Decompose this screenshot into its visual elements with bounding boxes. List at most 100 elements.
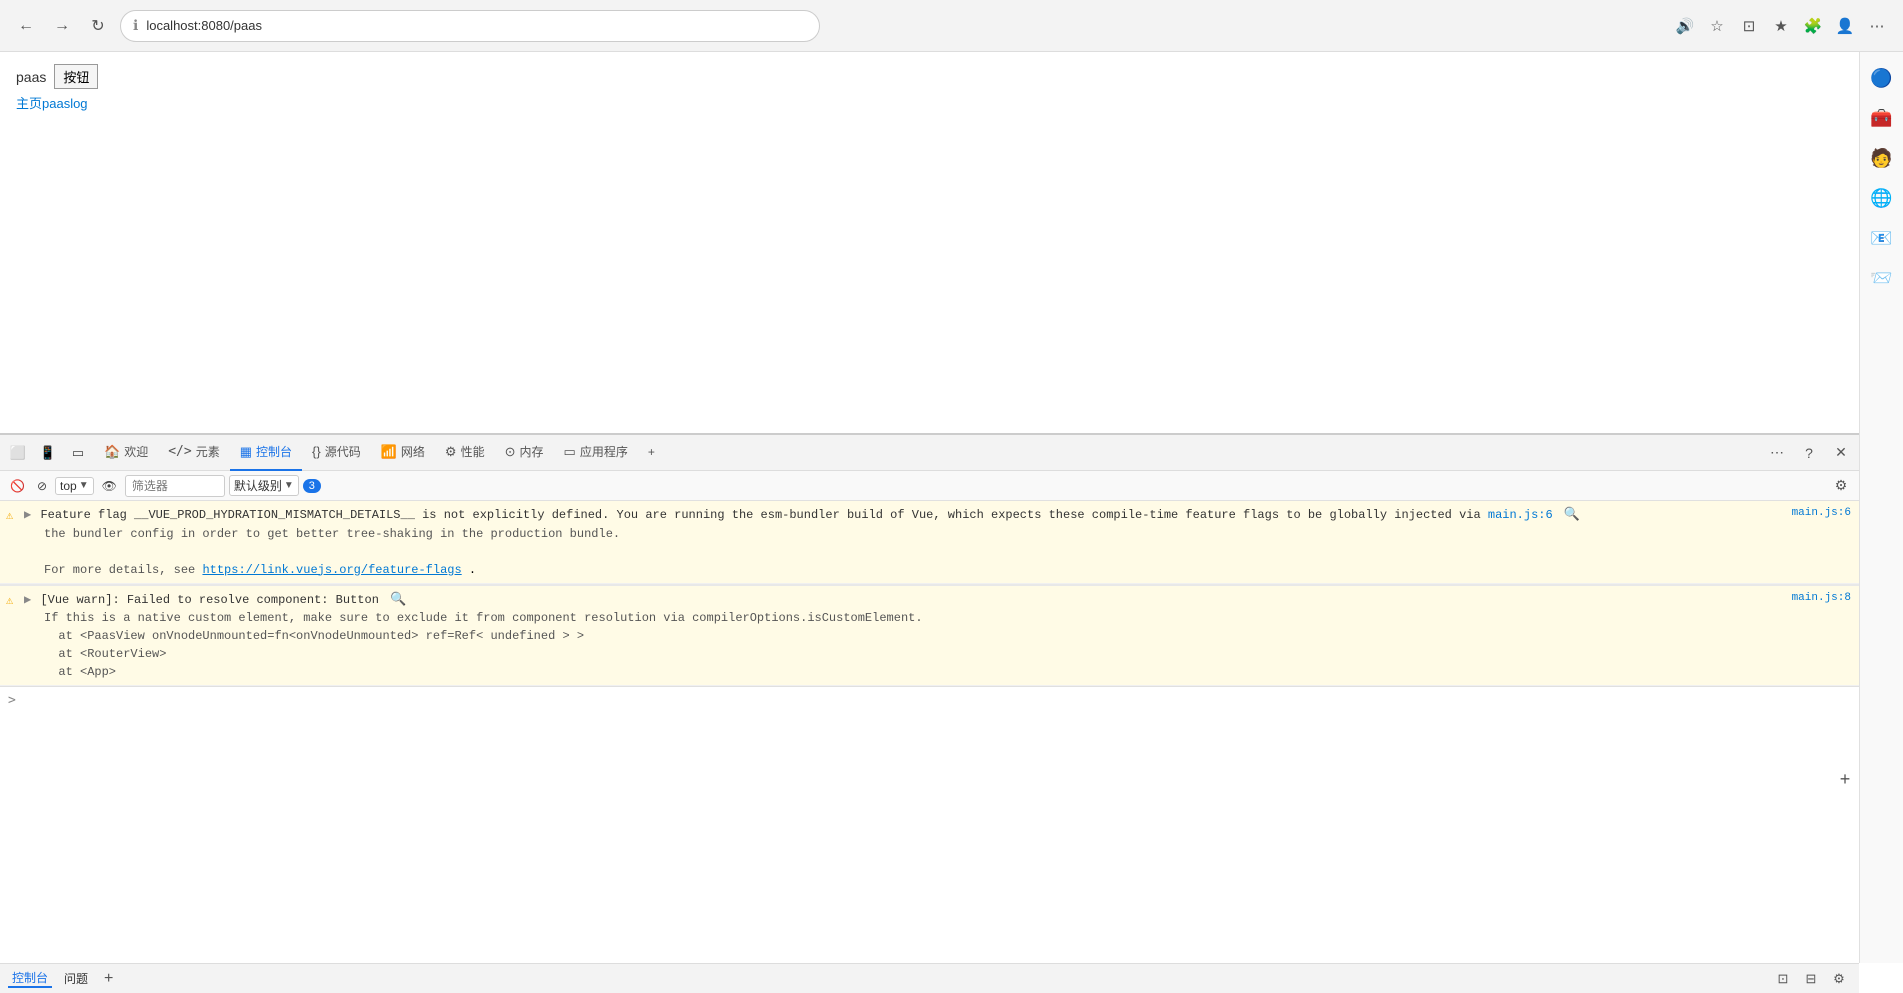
devtools-tabs: 🏠 欢迎 </> 元素 ▦ 控制台 {} 源代码 📶 网络 ⚙ 性能 (94, 435, 1761, 471)
filter-input[interactable] (125, 475, 225, 497)
application-icon: ▭ (564, 444, 576, 460)
tab-add[interactable]: + (638, 435, 665, 471)
console-input-row: > (0, 686, 1859, 714)
tab-network-label: 网络 (401, 443, 425, 460)
bottom-dock-button[interactable]: ⊡ (1771, 967, 1795, 991)
performance-icon: ⚙ (445, 444, 457, 460)
devtools-close-button[interactable]: ✕ (1827, 439, 1855, 467)
console-message-2: ⚠ main.js:8 ▶ [Vue warn]: Failed to reso… (0, 584, 1859, 687)
bottom-tab-add[interactable]: + (104, 970, 113, 988)
tab-sources-label: 源代码 (325, 443, 361, 460)
favorite-button[interactable]: ☆ (1703, 12, 1731, 40)
page-button[interactable]: 按钮 (54, 64, 98, 89)
level-dropdown-icon: ▼ (284, 480, 294, 491)
page-title: paas (16, 69, 46, 85)
devtools-add-button[interactable]: + (1831, 765, 1859, 793)
devtools-sidebar-toggle[interactable]: ▭ (64, 439, 92, 467)
ext-blue-button[interactable]: 🔵 (1864, 60, 1900, 96)
console-icon: ▦ (240, 444, 252, 460)
level-label: 默认级别 (234, 477, 282, 494)
level-selector[interactable]: 默认级别 ▼ (229, 475, 299, 496)
page-link[interactable]: 主页paaslog (16, 96, 88, 111)
magnify-icon-2[interactable]: 🔍 (390, 592, 406, 607)
split-screen-button[interactable]: ⊡ (1735, 12, 1763, 40)
collections-button[interactable]: ★ (1767, 12, 1795, 40)
msg1-text: Feature flag __VUE_PROD_HYDRATION_MISMAT… (40, 508, 1480, 522)
more-button[interactable]: ⋯ (1863, 12, 1891, 40)
console-messages: ⚠ main.js:6 ▶ Feature flag __VUE_PROD_HY… (0, 501, 1859, 963)
msg2-stack3: at <App> (24, 665, 116, 679)
back-button[interactable]: ← (12, 12, 40, 40)
sources-icon: {} (312, 444, 321, 459)
console-input[interactable] (22, 694, 1851, 708)
msg2-source-link[interactable]: main.js:8 (1792, 590, 1851, 607)
msg1-main-link[interactable]: main.js:6 (1488, 508, 1560, 522)
msg1-expand-icon[interactable]: ▶ (24, 508, 31, 522)
eye-button[interactable]: 👁 (98, 477, 121, 495)
top-dropdown-icon: ▼ (79, 480, 89, 491)
bottom-settings-button[interactable]: ⚙ (1827, 967, 1851, 991)
url-text: localhost:8080/paas (146, 18, 262, 33)
bottom-actions: ⊡ ⊟ ⚙ (1771, 967, 1851, 991)
devtools-more-button[interactable]: ⋯ (1763, 439, 1791, 467)
devtools-inspect-button[interactable]: ⬜ (4, 439, 32, 467)
devtools-edge-actions: + (1831, 765, 1859, 793)
page-content: paas 按钮 主页paaslog (0, 52, 1859, 125)
msg1-text3: For more details, see (24, 563, 202, 577)
console-message-1: ⚠ main.js:6 ▶ Feature flag __VUE_PROD_HY… (0, 501, 1859, 584)
msg1-text2: the bundler config in order to get bette… (24, 527, 620, 541)
devtools-help-button[interactable]: ? (1795, 439, 1823, 467)
console-settings-button[interactable]: ⚙ (1829, 474, 1853, 498)
tab-performance[interactable]: ⚙ 性能 (435, 435, 495, 471)
tab-welcome-label: 欢迎 (124, 443, 148, 460)
elements-icon: </> (168, 444, 191, 459)
ext-orange-button[interactable]: 🧰 (1864, 100, 1900, 136)
tab-performance-label: 性能 (461, 443, 485, 460)
msg1-source-link[interactable]: main.js:6 (1792, 505, 1851, 522)
devtools-bottom-bar: 控制台 问题 + ⊡ ⊟ ⚙ (0, 963, 1859, 993)
tab-application-label: 应用程序 (580, 443, 628, 460)
console-toolbar: 🚫 ⊘ top ▼ 👁 默认级别 ▼ 3 ⚙ (0, 471, 1859, 501)
profile-button[interactable]: 👤 (1831, 12, 1859, 40)
read-aloud-button[interactable]: 🔊 (1671, 12, 1699, 40)
devtools-tabbar: ⬜ 📱 ▭ 🏠 欢迎 </> 元素 ▦ 控制台 {} 源代码 📶 网络 (0, 435, 1859, 471)
clear-console-button[interactable]: 🚫 (6, 477, 29, 495)
tab-application[interactable]: ▭ 应用程序 (554, 435, 638, 471)
devtools-tab-actions: ⋯ ? ✕ (1763, 439, 1855, 467)
ext-outlook-button[interactable]: 📧 (1864, 220, 1900, 256)
warning-icon-2: ⚠ (6, 592, 13, 610)
ext-person-button[interactable]: 🧑 (1864, 140, 1900, 176)
magnify-icon-1[interactable]: 🔍 (1564, 507, 1580, 522)
page-title-row: paas 按钮 (16, 64, 1843, 89)
warning-icon-1: ⚠ (6, 507, 13, 525)
extensions-button[interactable]: 🧩 (1799, 12, 1827, 40)
bottom-minimize-button[interactable]: ⊟ (1799, 967, 1823, 991)
ext-dark-button[interactable]: 🌐 (1864, 180, 1900, 216)
tab-console[interactable]: ▦ 控制台 (230, 435, 302, 471)
devtools-panel: ⬜ 📱 ▭ 🏠 欢迎 </> 元素 ▦ 控制台 {} 源代码 📶 网络 (0, 433, 1859, 963)
bottom-tab-issues[interactable]: 问题 (60, 970, 92, 987)
feature-flags-link[interactable]: https://link.vuejs.org/feature-flags (202, 563, 461, 577)
tab-elements[interactable]: </> 元素 (158, 435, 230, 471)
welcome-icon: 🏠 (104, 444, 120, 460)
tab-sources[interactable]: {} 源代码 (302, 435, 371, 471)
address-bar[interactable]: ℹ localhost:8080/paas (120, 10, 820, 42)
devtools-device-button[interactable]: 📱 (34, 439, 62, 467)
tab-elements-label: 元素 (196, 443, 220, 460)
add-tab-icon: + (648, 445, 655, 459)
top-selector[interactable]: top ▼ (55, 477, 94, 495)
ext-send-button[interactable]: 📨 (1864, 260, 1900, 296)
tab-welcome[interactable]: 🏠 欢迎 (94, 435, 158, 471)
block-console-button[interactable]: ⊘ (33, 477, 51, 495)
forward-button[interactable]: → (48, 12, 76, 40)
refresh-button[interactable]: ↻ (84, 12, 112, 40)
msg2-stack2: at <RouterView> (24, 647, 166, 661)
browser-bar: ← → ↻ ℹ localhost:8080/paas 🔊 ☆ ⊡ ★ 🧩 👤 … (0, 0, 1903, 52)
bottom-tab-console[interactable]: 控制台 (8, 969, 52, 988)
tab-memory[interactable]: ⊙ 内存 (495, 435, 554, 471)
msg2-expand-icon[interactable]: ▶ (24, 593, 31, 607)
msg2-detail: If this is a native custom element, make… (24, 611, 923, 625)
memory-icon: ⊙ (505, 444, 516, 460)
browser-actions: 🔊 ☆ ⊡ ★ 🧩 👤 ⋯ (1671, 12, 1891, 40)
tab-network[interactable]: 📶 网络 (371, 435, 435, 471)
